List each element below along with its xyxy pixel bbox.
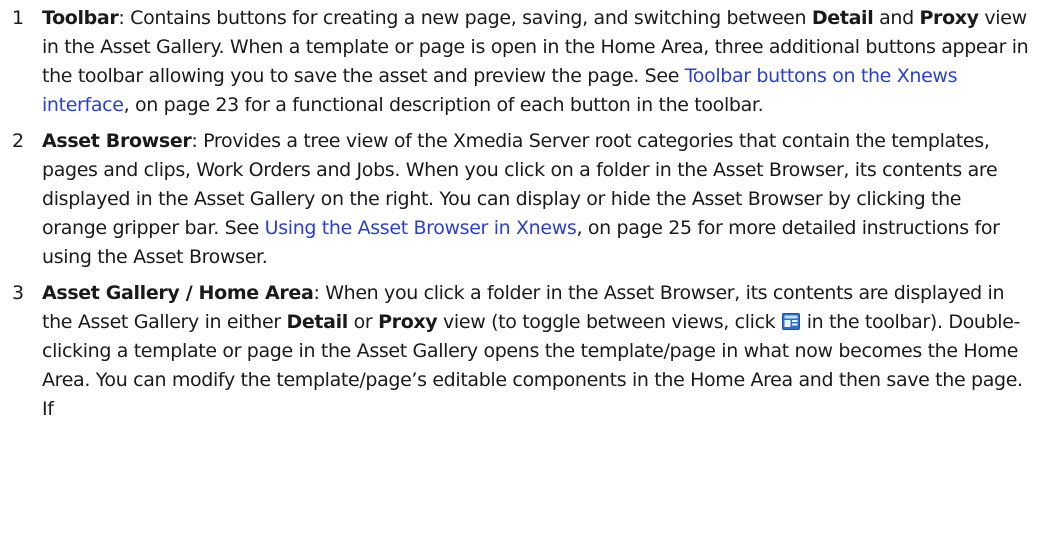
list-item-asset-gallery: 3 Asset Gallery / Home Area: When you cl…: [0, 279, 1045, 424]
term-toolbar: Toolbar: [42, 7, 119, 29]
list-item-toolbar: 1 Toolbar: Contains buttons for creating…: [0, 4, 1045, 120]
term-asset-browser: Asset Browser: [42, 130, 192, 152]
keyword-proxy: Proxy: [378, 311, 438, 333]
detail-proxy-toggle-icon: [782, 313, 801, 330]
item-text: and: [873, 7, 920, 29]
term-asset-gallery-home-area: Asset Gallery / Home Area: [42, 282, 314, 304]
item-text: : Contains buttons for creating a new pa…: [118, 7, 812, 29]
item-number: 1: [12, 7, 24, 29]
item-number: 2: [12, 130, 24, 152]
item-text: , on page 23 for a functional descriptio…: [123, 94, 764, 116]
keyword-detail: Detail: [811, 7, 874, 29]
item-text: or: [347, 311, 379, 333]
document-page: 1 Toolbar: Contains buttons for creating…: [0, 0, 1045, 550]
list-item-asset-browser: 2 Asset Browser: Provides a tree view of…: [0, 127, 1045, 272]
link-using-asset-browser[interactable]: Using the Asset Browser in Xnews: [265, 217, 577, 239]
keyword-proxy: Proxy: [919, 7, 979, 29]
item-number: 3: [12, 282, 24, 304]
item-text: view (to toggle between views, click: [437, 311, 782, 333]
keyword-detail: Detail: [286, 311, 348, 333]
